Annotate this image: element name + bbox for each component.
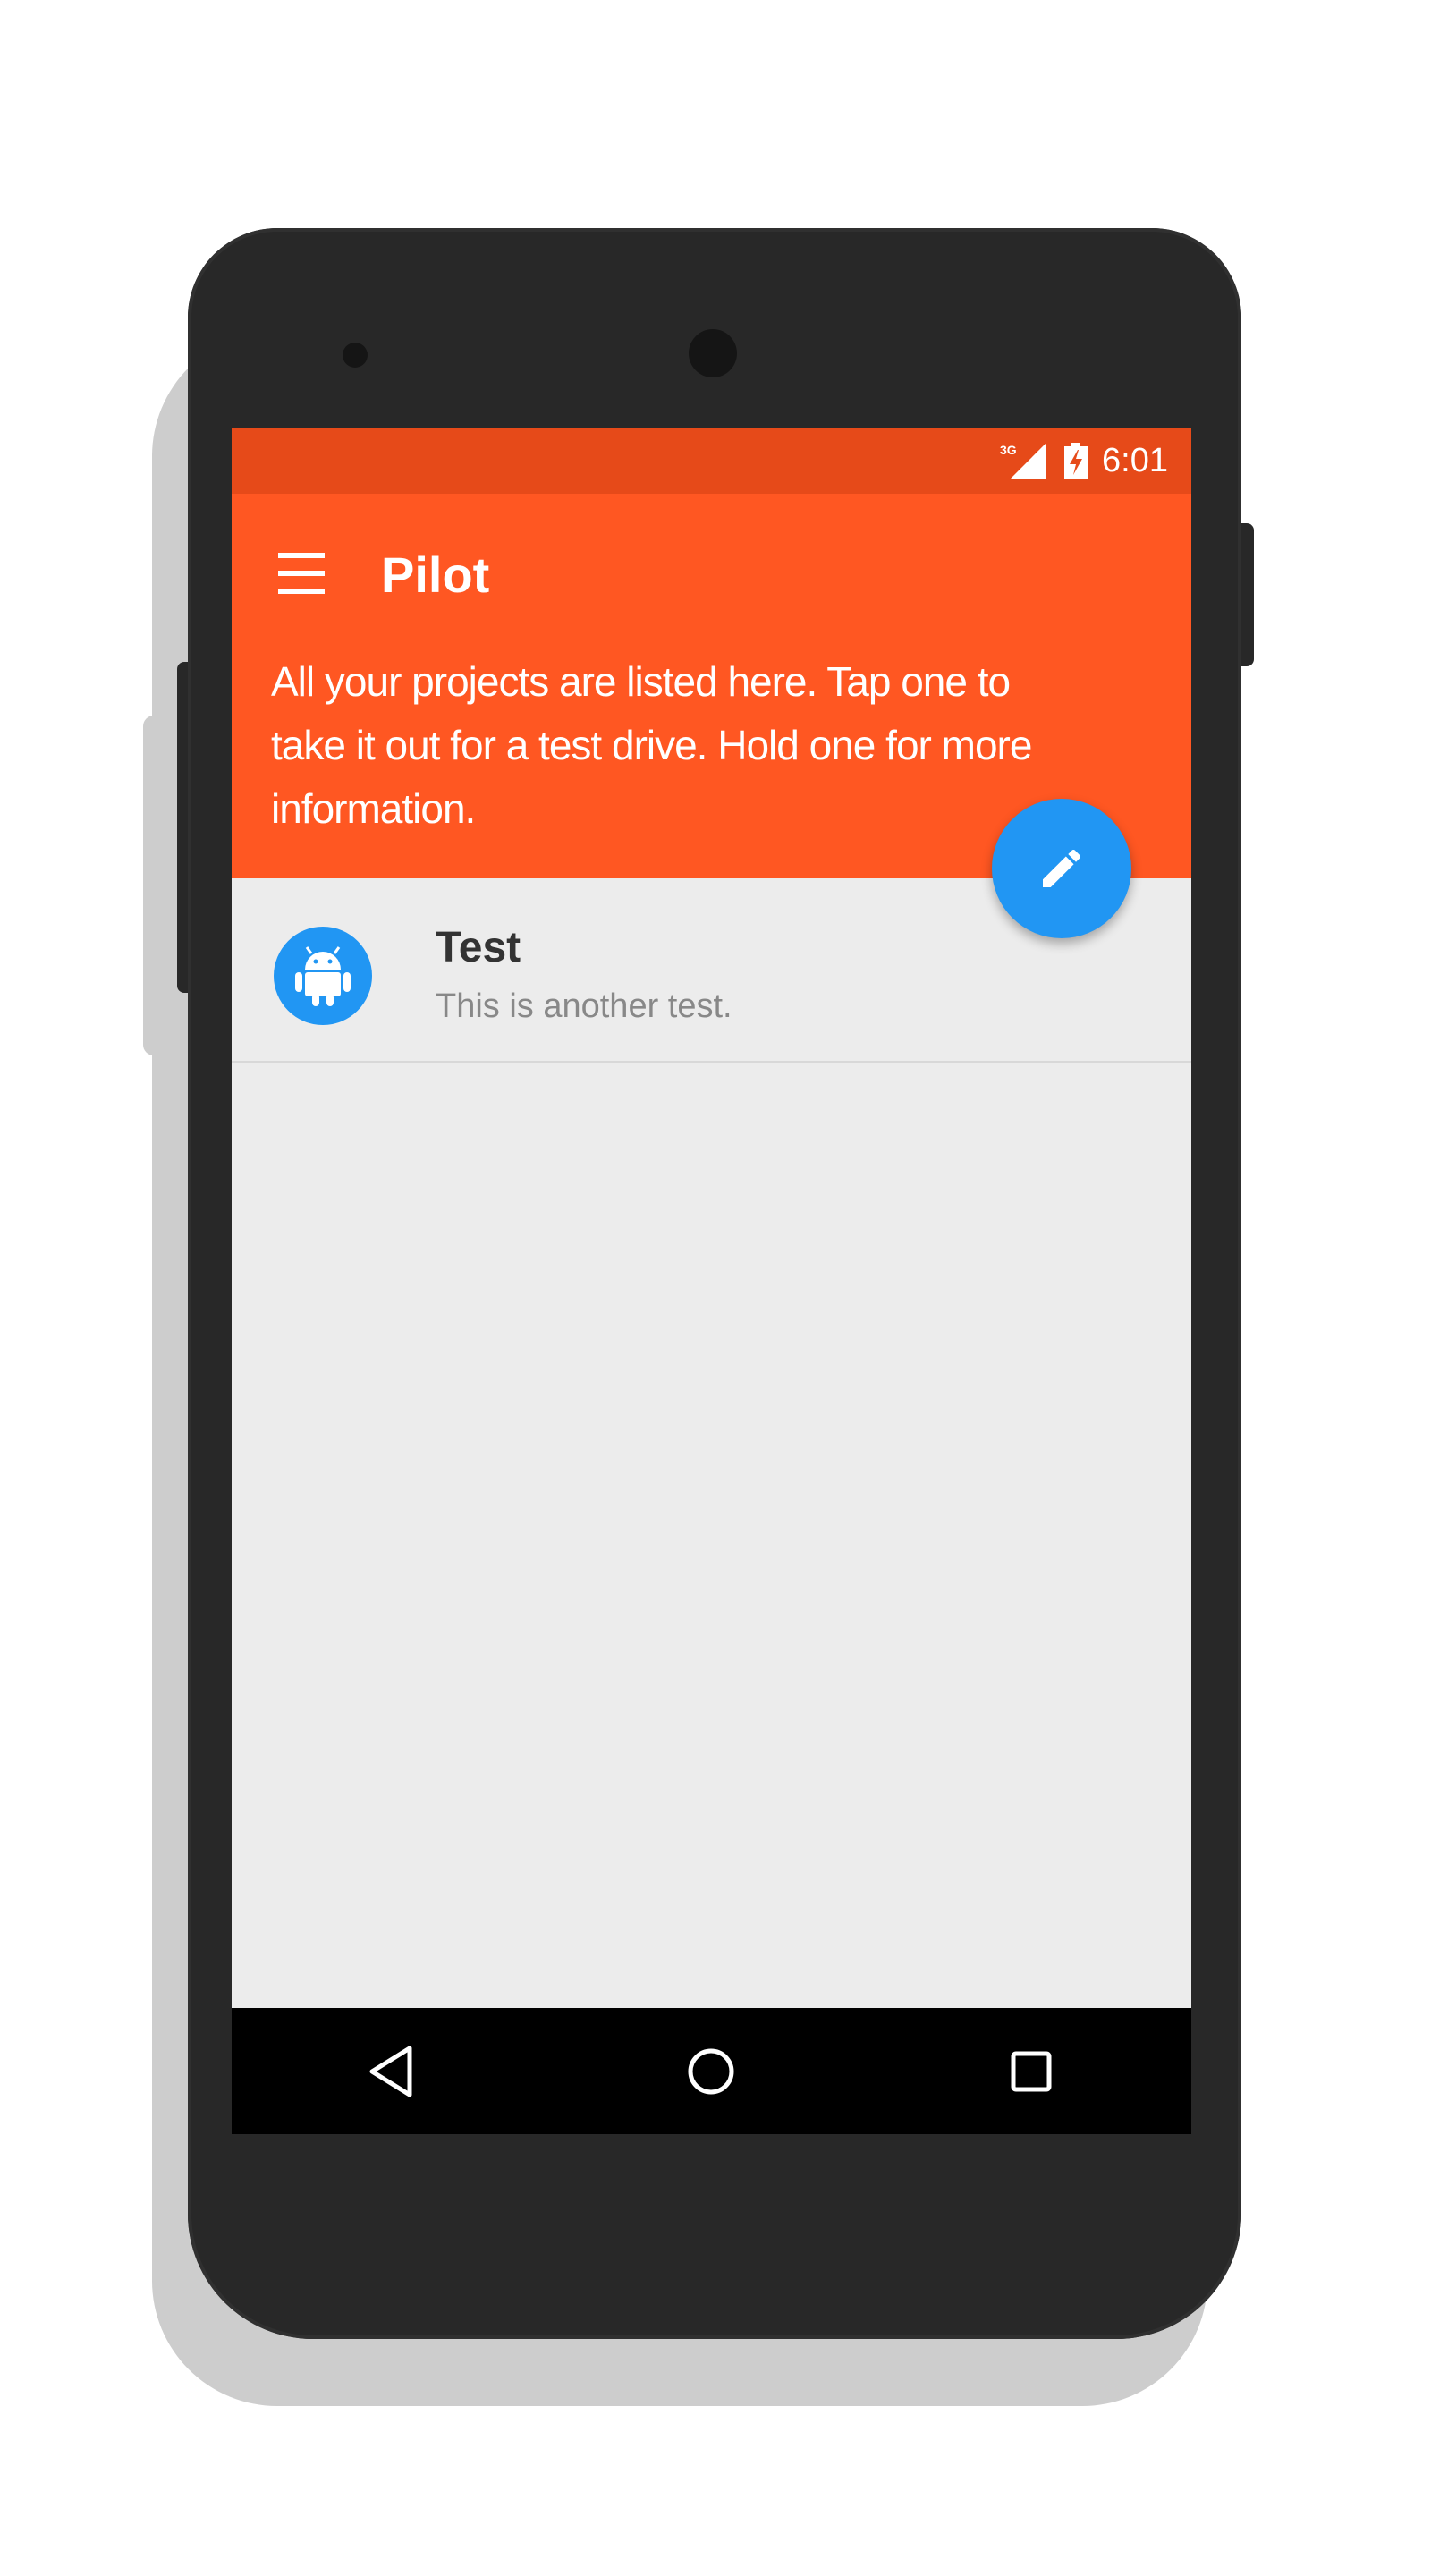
hamburger-menu-icon[interactable]: [278, 553, 330, 594]
navigation-bar: [232, 2008, 1191, 2134]
signal-3g-icon: 3G: [1000, 443, 1047, 479]
project-subtitle: This is another test.: [436, 987, 732, 1025]
home-button[interactable]: [657, 2018, 765, 2125]
back-button[interactable]: [338, 2018, 445, 2125]
status-bar: 3G 6:01: [232, 428, 1191, 494]
proximity-sensor: [343, 343, 368, 368]
app-description: All your projects are listed here. Tap o…: [271, 658, 1032, 832]
device-shadow-side: [143, 716, 179, 1055]
android-icon: [274, 927, 372, 1025]
back-triangle-icon: [369, 2046, 412, 2097]
recents-button[interactable]: [978, 2018, 1085, 2125]
edit-fab-button[interactable]: [992, 799, 1131, 938]
battery-charging-icon: [1064, 443, 1088, 479]
front-camera: [689, 329, 737, 377]
app-title: Pilot: [381, 547, 490, 603]
recents-square-icon: [1011, 2051, 1052, 2091]
project-title: Test: [436, 924, 521, 971]
network-label: 3G: [1000, 443, 1017, 457]
clock: 6:01: [1102, 441, 1168, 479]
pencil-edit-icon: [1043, 849, 1081, 887]
device-screen: 3G 6:01 Pilot All your projects are list…: [232, 428, 1191, 2134]
home-circle-icon: [688, 2048, 734, 2094]
